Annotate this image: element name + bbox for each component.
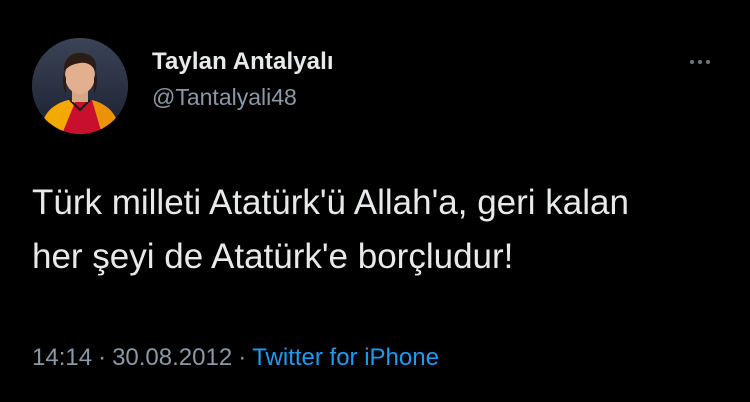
tweet-text-line: her şeyi de Atatürk'e borçludur! — [32, 237, 514, 276]
meta-separator: · — [98, 344, 107, 371]
user-handle[interactable]: @Tantalyali48 — [152, 84, 297, 111]
more-horizontal-icon-dot — [706, 60, 710, 64]
avatar[interactable] — [32, 38, 128, 134]
profile-photo-icon — [32, 38, 128, 134]
tweet-text-line: Türk milleti Atatürk'ü Allah'a, geri kal… — [32, 183, 629, 222]
tweet-date[interactable]: 30.08.2012 — [112, 344, 232, 371]
tweet-source-link[interactable]: Twitter for iPhone — [252, 344, 439, 371]
more-horizontal-icon-dot — [690, 60, 694, 64]
more-options-button[interactable] — [680, 50, 720, 74]
tweet-card: Taylan Antalyalı @Tantalyali48 Türk mill… — [0, 0, 750, 402]
tweet-time[interactable]: 14:14 — [32, 344, 92, 371]
display-name[interactable]: Taylan Antalyalı — [152, 48, 334, 76]
more-horizontal-icon-dot — [698, 60, 702, 64]
meta-separator: · — [238, 344, 247, 371]
tweet-text: Türk milleti Atatürk'ü Allah'a, geri kal… — [32, 176, 722, 284]
tweet-meta: 14:14 · 30.08.2012 · Twitter for iPhone — [32, 344, 439, 372]
